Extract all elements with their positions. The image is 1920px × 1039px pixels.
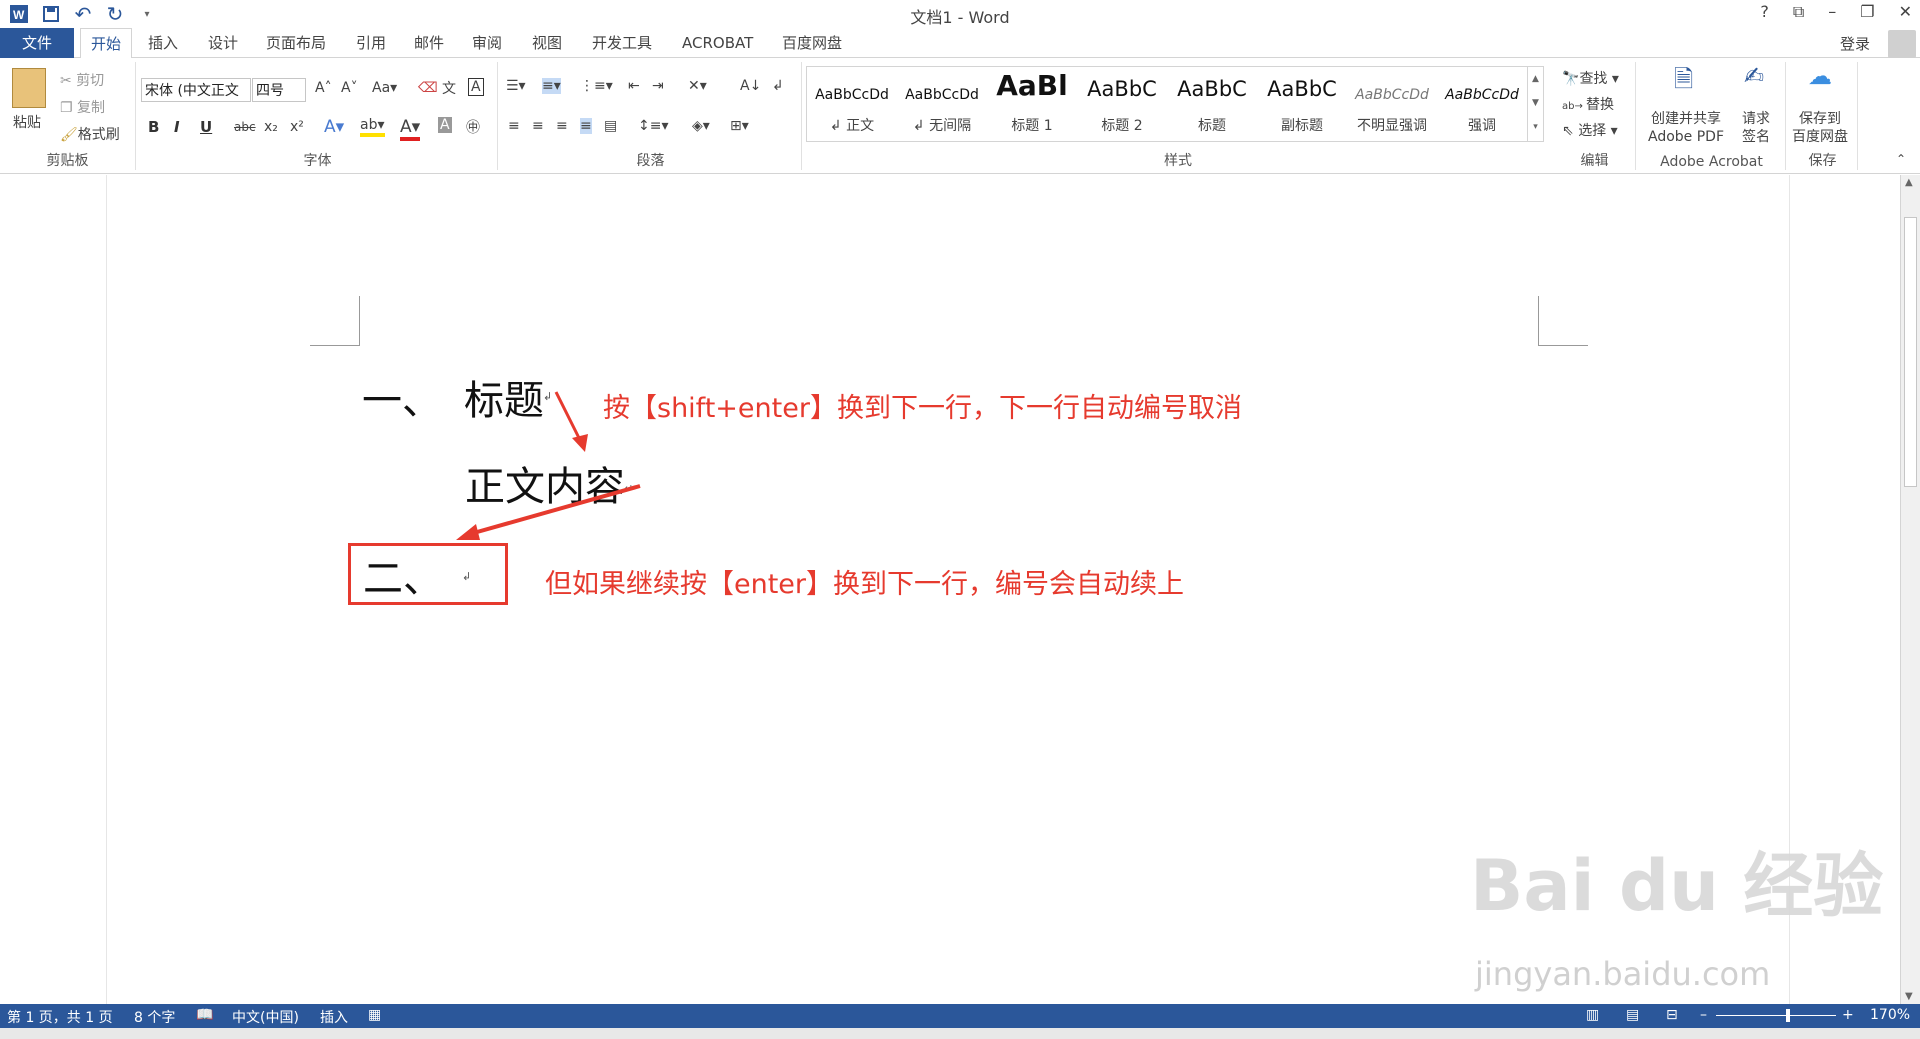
arrow-1 (554, 391, 582, 441)
arrow-1-head (572, 434, 588, 452)
word-count[interactable]: 8 个字 (134, 1007, 175, 1027)
status-bar: 第 1 页，共 1 页 8 个字 📖 中文(中国) 插入 ▦ ▥ ▤ ⊟ – +… (0, 1004, 1920, 1028)
macro-icon[interactable]: ▦ (368, 1007, 381, 1023)
zoom-level[interactable]: 170% (1870, 1007, 1910, 1023)
scroll-thumb[interactable] (1904, 217, 1917, 487)
arrow-2 (469, 484, 641, 536)
annotation-note-2: 但如果继续按【enter】换到下一行，编号会自动续上 (545, 569, 1185, 600)
scroll-up-icon[interactable]: ▲ (1905, 177, 1913, 188)
zoom-in-icon[interactable]: + (1842, 1007, 1854, 1023)
read-mode-icon[interactable]: ▥ (1586, 1007, 1599, 1023)
page-count[interactable]: 第 1 页，共 1 页 (7, 1007, 113, 1027)
zoom-slider[interactable] (1716, 1015, 1836, 1016)
proofing-icon[interactable]: 📖 (196, 1007, 213, 1023)
language-status[interactable]: 中文(中国) (232, 1007, 299, 1027)
print-layout-icon[interactable]: ▤ (1626, 1007, 1639, 1023)
vertical-scrollbar[interactable]: ▲ ▼ (1900, 175, 1920, 1004)
baidu-watermark-url: jingyan.baidu.com (1475, 955, 1771, 993)
zoom-slider-thumb[interactable] (1786, 1009, 1790, 1022)
scroll-down-icon[interactable]: ▼ (1905, 991, 1913, 1002)
web-layout-icon[interactable]: ⊟ (1666, 1007, 1678, 1023)
annotation-note-1: 按【shift+enter】换到下一行，下一行自动编号取消 (603, 393, 1242, 424)
baidu-watermark: Bai du 经验 (1470, 845, 1884, 927)
arrow-2-head (456, 524, 480, 540)
taskbar-strip (0, 1028, 1920, 1039)
zoom-out-icon[interactable]: – (1700, 1007, 1707, 1023)
insert-mode[interactable]: 插入 (320, 1007, 348, 1027)
